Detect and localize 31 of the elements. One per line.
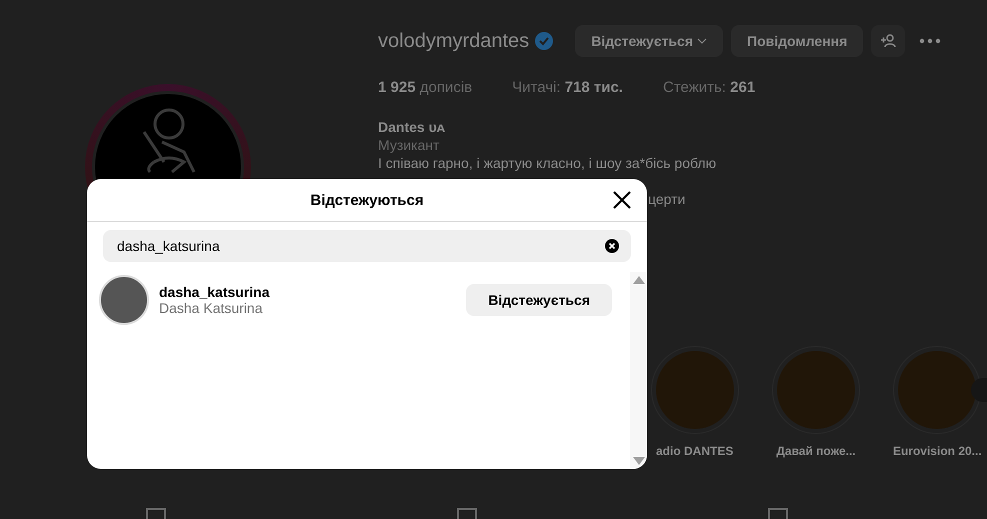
dialog-title: Відстежуються bbox=[310, 192, 424, 208]
stat-count[interactable]: Читачі: 718 тис. bbox=[512, 79, 623, 96]
stat-count[interactable]: Стежить: 261 bbox=[662, 79, 756, 96]
add-person-button[interactable] bbox=[871, 25, 906, 57]
clear-icon[interactable] bbox=[605, 239, 619, 253]
scroll-up-icon[interactable] bbox=[632, 276, 644, 284]
stat-count: 1 925 дописів bbox=[378, 79, 472, 96]
profile-name: Dantes ᴜᴀ bbox=[378, 118, 446, 136]
highlight-label: adio DANTES bbox=[656, 444, 734, 458]
bio-text: церти bbox=[648, 190, 686, 208]
following-button[interactable]: Відстежується bbox=[466, 284, 612, 316]
close-icon bbox=[611, 189, 633, 211]
profile-username: volodymyrdantes bbox=[378, 30, 530, 52]
highlight-label: Давай поже... bbox=[776, 444, 856, 458]
add-person-icon bbox=[880, 34, 896, 48]
result-full-name: Dasha Katsurina bbox=[159, 300, 264, 316]
scrollbar[interactable] bbox=[630, 272, 647, 469]
profile-category: Музикант bbox=[378, 136, 440, 154]
highlight-label: Eurovision 20... bbox=[892, 444, 982, 458]
avatar-photo-placeholder[interactable] bbox=[99, 275, 149, 325]
chevron-down-icon bbox=[697, 38, 707, 44]
more-icon[interactable] bbox=[919, 38, 942, 44]
following-button[interactable]: Відстежується bbox=[575, 25, 723, 57]
guitarist-icon bbox=[140, 108, 196, 174]
search-field[interactable]: dasha_katsurina bbox=[103, 230, 631, 262]
bio-text: І співаю гарно, і жартую класно, і шоу за*бісь роблю bbox=[378, 154, 718, 172]
verified-badge-icon bbox=[535, 32, 554, 50]
scroll-down-icon[interactable] bbox=[632, 457, 644, 465]
message-button[interactable]: Повідомлення bbox=[731, 25, 864, 57]
close-button[interactable] bbox=[611, 189, 633, 211]
result-username[interactable]: dasha_katsurina bbox=[159, 284, 466, 300]
